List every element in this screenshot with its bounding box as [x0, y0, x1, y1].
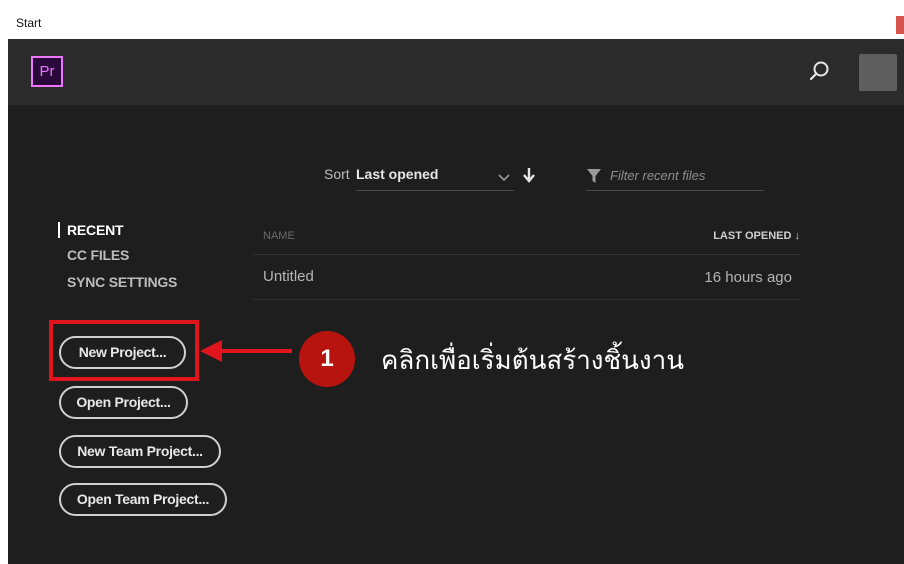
window-titlebar: Start: [0, 0, 904, 39]
table-header: NAME LAST OPENED ↓: [253, 219, 800, 255]
highlight-box: [49, 320, 199, 381]
premiere-start-screen: Pr Sort Last opened RECENT CC FILES SYNC…: [8, 39, 904, 564]
sort-direction-arrow-icon[interactable]: [522, 167, 536, 188]
open-team-project-button[interactable]: Open Team Project...: [59, 483, 227, 516]
arrow-left-icon: [198, 336, 294, 371]
filter-recent-files: [586, 159, 764, 191]
window-title: Start: [16, 16, 42, 30]
search-icon[interactable]: [804, 57, 834, 87]
nav-item-cc-files[interactable]: CC FILES: [67, 247, 129, 263]
sort-dropdown[interactable]: Last opened: [356, 159, 514, 191]
sort-label: Sort: [324, 166, 350, 182]
open-project-button[interactable]: Open Project...: [59, 386, 188, 419]
column-header-name[interactable]: NAME: [263, 230, 295, 242]
filter-input[interactable]: [610, 165, 760, 185]
premiere-logo: Pr: [31, 56, 63, 87]
file-name: Untitled: [263, 268, 314, 285]
new-team-project-button[interactable]: New Team Project...: [59, 435, 221, 468]
filter-funnel-icon: [586, 168, 602, 189]
user-avatar[interactable]: [859, 54, 897, 91]
annotation-text: คลิกเพื่อเริ่มต้นสร้างชิ้นงาน: [381, 346, 684, 376]
step-number-badge: 1: [299, 331, 355, 387]
nav-item-sync-settings[interactable]: SYNC SETTINGS: [67, 274, 177, 290]
top-bar: Pr: [8, 39, 904, 105]
table-row[interactable]: Untitled 16 hours ago: [253, 256, 800, 300]
chevron-down-icon: [498, 169, 510, 187]
window-close-edge[interactable]: [896, 16, 904, 34]
nav-item-recent[interactable]: RECENT: [58, 222, 124, 238]
sort-value: Last opened: [356, 166, 439, 182]
column-header-last-opened[interactable]: LAST OPENED ↓: [713, 230, 800, 242]
file-last-opened: 16 hours ago: [704, 269, 792, 286]
